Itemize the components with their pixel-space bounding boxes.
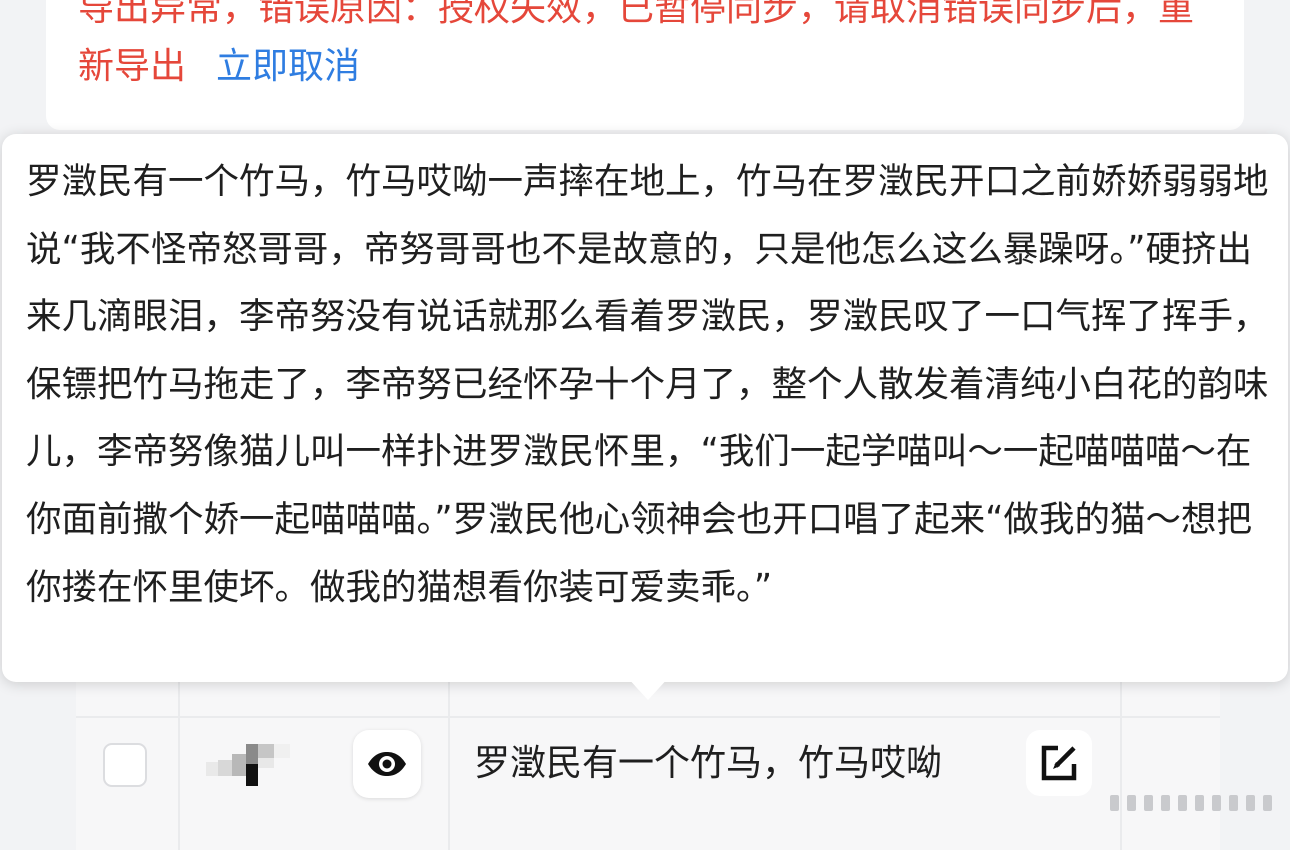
export-error-card: 导出异常，错误原因：授权失效，已暂停同步，请取消错误同步后，重新导出 立即取消 [46, 0, 1244, 130]
author-avatar [206, 744, 290, 786]
preview-button[interactable] [353, 730, 421, 798]
tooltip-full-text: 罗澂民有一个竹马，竹马哎呦一声摔在地上，竹马在罗澂民开口之前娇娇弱弱地说“我不怪… [26, 161, 1269, 608]
row-content-preview[interactable]: 罗澂民有一个竹马，竹马哎呦 [474, 738, 942, 790]
edit-button[interactable] [1026, 730, 1092, 796]
eye-icon [368, 752, 406, 776]
tooltip-arrow [626, 676, 670, 700]
export-error-message: 导出异常，错误原因：授权失效，已暂停同步，请取消错误同步后，重新导出 立即取消 [78, 0, 1228, 96]
row-select-checkbox[interactable] [103, 743, 147, 787]
full-text-tooltip: 罗澂民有一个竹马，竹马哎呦一声摔在地上，竹马在罗澂民开口之前娇娇弱弱地说“我不怪… [2, 134, 1288, 682]
table-column-divider [1120, 660, 1122, 850]
edit-icon [1041, 745, 1077, 781]
table-row-divider [76, 716, 1220, 718]
table-column-divider [448, 660, 450, 850]
table-column-divider [178, 660, 180, 850]
horizontal-scroll-indicator[interactable] [1110, 795, 1280, 811]
cancel-sync-link[interactable]: 立即取消 [216, 46, 360, 87]
